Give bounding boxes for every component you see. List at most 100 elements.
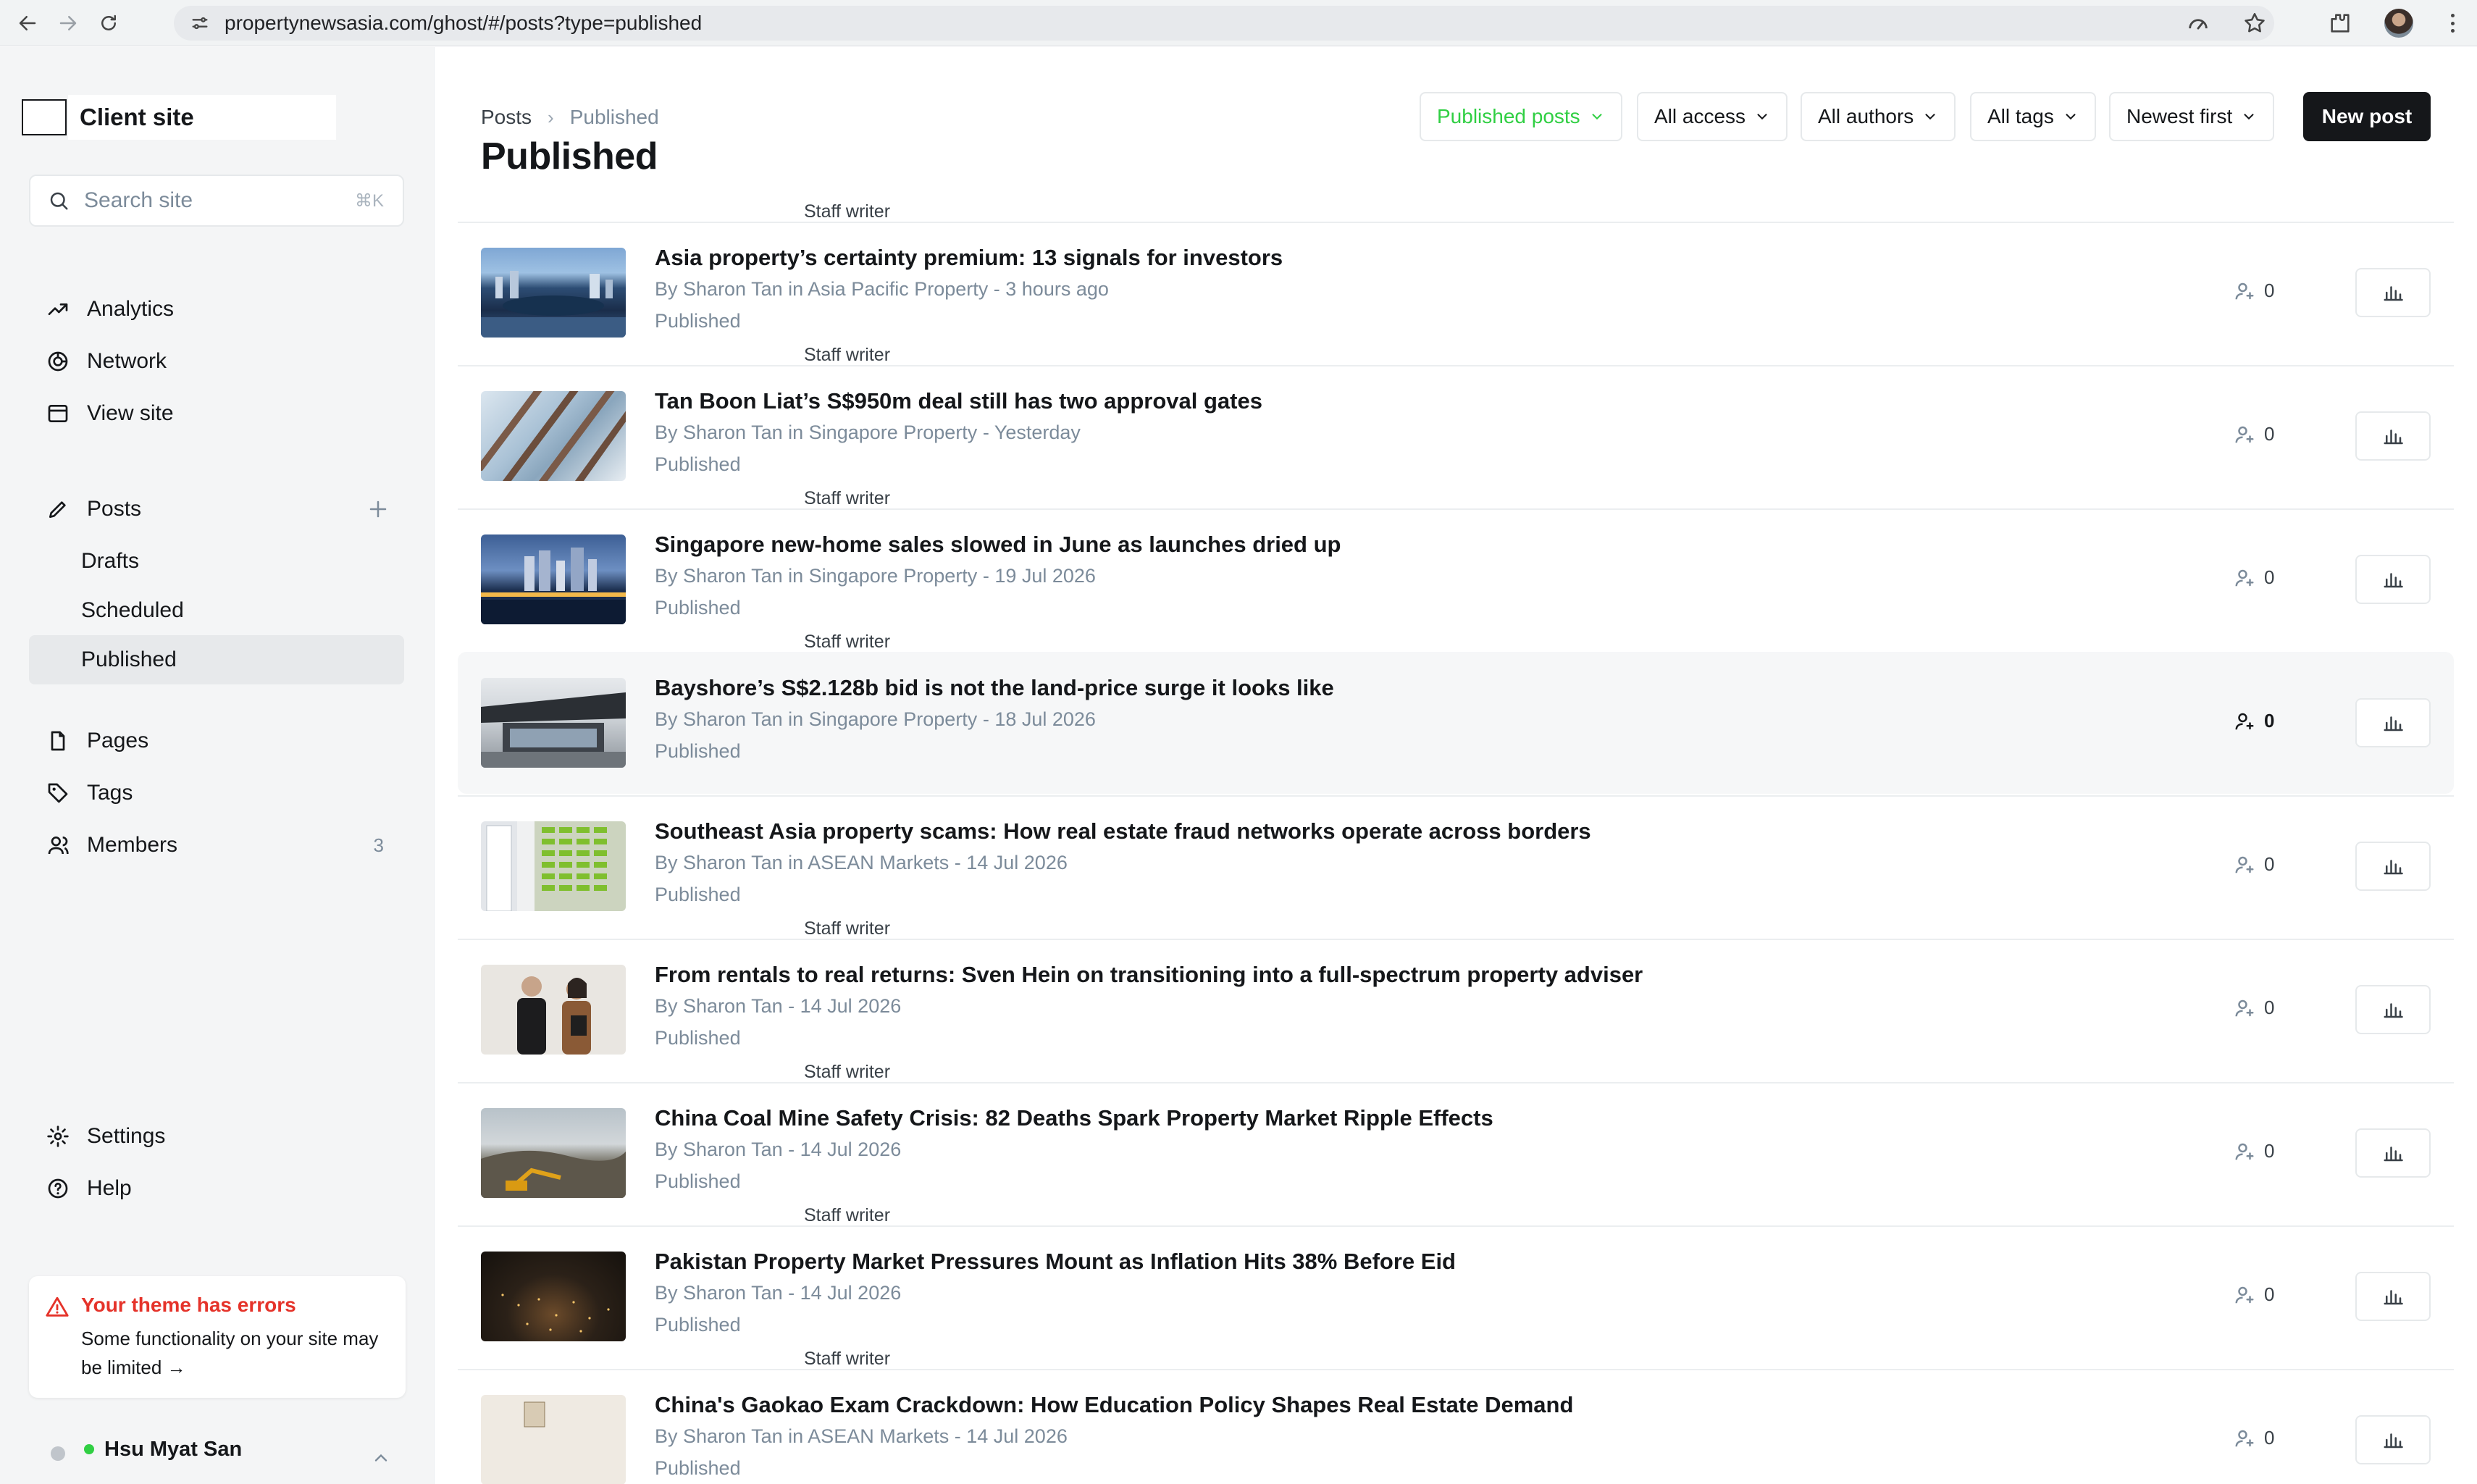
post-analytics-button[interactable] bbox=[2355, 268, 2431, 317]
bookmark-star-icon[interactable] bbox=[2242, 11, 2267, 35]
sidebar-item-label: View site bbox=[87, 401, 174, 425]
post-analytics-button[interactable] bbox=[2355, 985, 2431, 1034]
post-tag[interactable]: ASEAN Markets bbox=[808, 1425, 949, 1447]
back-icon[interactable] bbox=[10, 6, 45, 41]
sidebar-item-label: Members bbox=[87, 833, 178, 857]
site-name: Client site bbox=[68, 95, 336, 140]
forward-icon[interactable] bbox=[51, 6, 85, 41]
filter-label: All authors bbox=[1818, 105, 1914, 127]
post-row[interactable]: Bayshore’s S$2.128b bid is not the land-… bbox=[458, 652, 2454, 794]
more-menu-icon[interactable] bbox=[2445, 11, 2460, 35]
member-count: 0 bbox=[2264, 566, 2275, 588]
theme-error-title: Your theme has errors bbox=[81, 1294, 296, 1316]
post-tag[interactable]: Singapore Property bbox=[809, 422, 978, 443]
reload-icon[interactable] bbox=[91, 6, 126, 41]
theme-error-card[interactable]: Your theme has errors Some functionality… bbox=[29, 1276, 406, 1398]
authors-filter-dropdown[interactable]: All authors bbox=[1801, 92, 1956, 141]
post-analytics-button[interactable] bbox=[2355, 842, 2431, 891]
sidebar-item-posts[interactable]: Posts bbox=[29, 485, 404, 534]
sidebar-item-pages[interactable]: Pages bbox=[29, 716, 404, 766]
breadcrumb-posts[interactable]: Posts bbox=[481, 106, 532, 129]
chevron-right-icon: › bbox=[548, 106, 554, 128]
post-title[interactable]: China's Gaokao Exam Crackdown: How Educa… bbox=[655, 1392, 1573, 1418]
post-thumbnail bbox=[481, 678, 626, 768]
post-author: By Sharon Tan bbox=[655, 278, 783, 300]
access-filter-dropdown[interactable]: All access bbox=[1637, 92, 1788, 141]
pen-icon bbox=[45, 496, 71, 522]
post-title[interactable]: Pakistan Property Market Pressures Mount… bbox=[655, 1249, 1456, 1275]
sidebar-item-network[interactable]: Network bbox=[29, 337, 404, 386]
post-time: - 19 Jul 2026 bbox=[982, 565, 1096, 587]
post-row[interactable]: From rentals to real returns: Sven Hein … bbox=[458, 939, 2454, 1081]
filter-label: Published posts bbox=[1437, 105, 1580, 127]
member-count: 0 bbox=[2264, 710, 2275, 731]
post-row[interactable]: Asia property’s certainty premium: 13 si… bbox=[458, 222, 2454, 364]
post-row[interactable]: China's Gaokao Exam Crackdown: How Educa… bbox=[458, 1369, 2454, 1484]
post-title[interactable]: Tan Boon Liat’s S$950m deal still has tw… bbox=[655, 388, 1262, 414]
post-title[interactable]: Bayshore’s S$2.128b bid is not the land-… bbox=[655, 675, 1334, 701]
post-analytics-button[interactable] bbox=[2355, 698, 2431, 747]
user-add-icon bbox=[2235, 856, 2254, 873]
add-post-icon[interactable] bbox=[364, 495, 393, 524]
post-status: Published bbox=[655, 1027, 741, 1049]
post-in: in bbox=[788, 852, 804, 873]
extensions-icon[interactable] bbox=[2328, 11, 2352, 35]
new-post-button[interactable]: New post bbox=[2303, 92, 2431, 141]
sidebar-item-members[interactable]: Members 3 bbox=[29, 821, 404, 870]
performance-icon[interactable] bbox=[2186, 11, 2210, 35]
bar-chart-icon bbox=[2384, 1290, 2403, 1305]
post-tag[interactable]: ASEAN Markets bbox=[808, 852, 949, 873]
user-add-icon bbox=[2235, 999, 2254, 1016]
address-bar[interactable]: propertynewsasia.com/ghost/#/posts?type=… bbox=[174, 6, 2274, 41]
user-add-icon bbox=[2235, 713, 2254, 729]
sidebar-item-drafts[interactable]: Drafts bbox=[29, 537, 404, 586]
sidebar-item-settings[interactable]: Settings bbox=[29, 1112, 404, 1161]
sidebar-item-label: Scheduled bbox=[81, 598, 184, 622]
post-time: - 14 Jul 2026 bbox=[954, 852, 1068, 873]
post-tag[interactable]: Singapore Property bbox=[809, 708, 978, 730]
type-filter-dropdown[interactable]: Published posts bbox=[1420, 92, 1622, 141]
post-tag[interactable]: Singapore Property bbox=[809, 565, 978, 587]
post-time: - 3 hours ago bbox=[993, 278, 1109, 300]
user-add-icon bbox=[2235, 569, 2254, 586]
sidebar-item-published[interactable]: Published bbox=[29, 635, 404, 684]
user-menu[interactable]: Hsu Myat San bbox=[29, 1430, 406, 1474]
sidebar-item-view-site[interactable]: View site bbox=[29, 389, 404, 438]
post-analytics-button[interactable] bbox=[2355, 411, 2431, 461]
post-thumbnail bbox=[481, 821, 626, 911]
post-analytics-button[interactable] bbox=[2355, 1415, 2431, 1464]
post-title[interactable]: Asia property’s certainty premium: 13 si… bbox=[655, 245, 1283, 271]
search-input[interactable]: Search site ⌘K bbox=[29, 175, 404, 227]
site-header[interactable]: Client site bbox=[22, 95, 336, 140]
sort-dropdown[interactable]: Newest first bbox=[2109, 92, 2275, 141]
post-row[interactable]: Southeast Asia property scams: How real … bbox=[458, 795, 2454, 937]
post-analytics-button[interactable] bbox=[2355, 555, 2431, 604]
post-title[interactable]: Southeast Asia property scams: How real … bbox=[655, 818, 1591, 844]
post-row[interactable]: Tan Boon Liat’s S$950m deal still has tw… bbox=[458, 365, 2454, 507]
filter-label: All access bbox=[1654, 105, 1746, 127]
user-add-icon bbox=[2235, 426, 2254, 443]
profile-avatar[interactable] bbox=[2384, 9, 2413, 38]
sidebar-item-analytics[interactable]: Analytics bbox=[29, 285, 404, 334]
sidebar-item-label: Posts bbox=[87, 497, 142, 521]
post-row[interactable]: China Coal Mine Safety Crisis: 82 Deaths… bbox=[458, 1082, 2454, 1224]
post-in: in bbox=[788, 278, 804, 300]
sidebar-item-tags[interactable]: Tags bbox=[29, 768, 404, 818]
post-tag[interactable]: Asia Pacific Property bbox=[808, 278, 988, 300]
post-title[interactable]: Singapore new-home sales slowed in June … bbox=[655, 532, 1341, 558]
post-row[interactable]: Singapore new-home sales slowed in June … bbox=[458, 508, 2454, 650]
post-analytics-button[interactable] bbox=[2355, 1128, 2431, 1178]
post-author: By Sharon Tan bbox=[655, 565, 783, 587]
sidebar-item-help[interactable]: Help bbox=[29, 1164, 404, 1213]
sidebar-item-scheduled[interactable]: Scheduled bbox=[29, 586, 404, 635]
post-row[interactable]: Pakistan Property Market Pressures Mount… bbox=[458, 1225, 2454, 1367]
site-settings-icon[interactable] bbox=[184, 7, 216, 39]
post-title[interactable]: From rentals to real returns: Sven Hein … bbox=[655, 962, 1643, 988]
member-signups: 0 bbox=[2234, 1283, 2274, 1306]
bar-chart-icon bbox=[2384, 573, 2403, 588]
post-title[interactable]: China Coal Mine Safety Crisis: 82 Deaths… bbox=[655, 1105, 1493, 1131]
tags-filter-dropdown[interactable]: All tags bbox=[1970, 92, 2096, 141]
post-analytics-button[interactable] bbox=[2355, 1272, 2431, 1321]
member-count: 0 bbox=[2264, 853, 2275, 875]
post-time: - 18 Jul 2026 bbox=[982, 708, 1096, 730]
